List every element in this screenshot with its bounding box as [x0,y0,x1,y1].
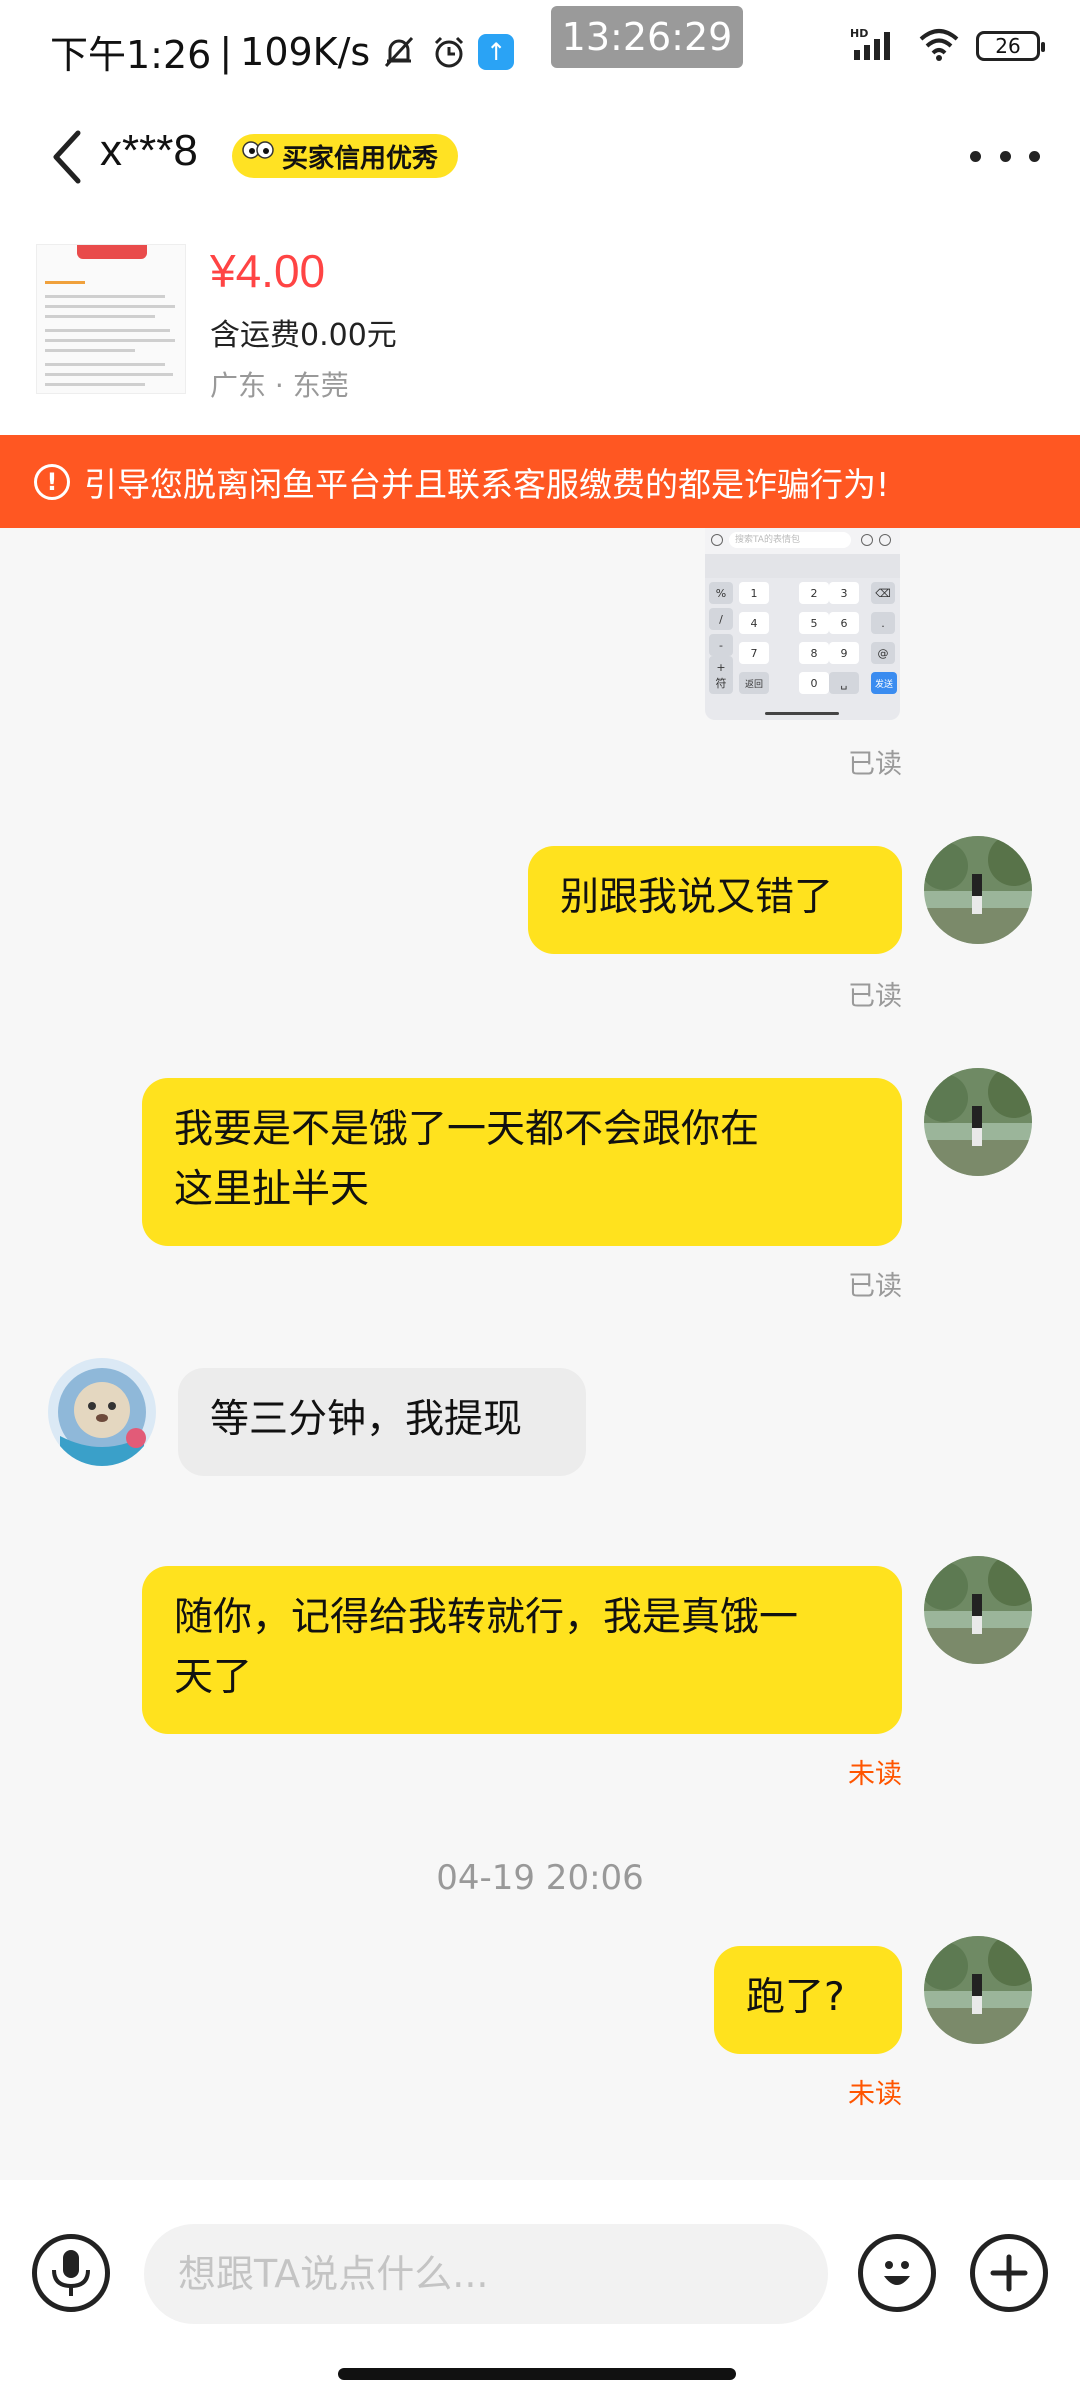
emoji-button[interactable] [858,2234,936,2312]
svg-text:HD: HD [850,27,868,40]
emoji-icon [884,2261,910,2285]
product-card[interactable]: ¥4.00 含运费0.00元 广东 · 东莞 [0,220,1080,435]
my-avatar[interactable] [924,836,1032,944]
my-avatar[interactable] [924,1556,1032,1664]
my-avatar[interactable] [924,1936,1032,2044]
add-button[interactable] [970,2234,1048,2312]
landscape-photo-icon [924,1936,1032,2044]
message-status-unread: 未读 [848,1759,902,1790]
home-indicator[interactable] [338,2368,736,2380]
landscape-photo-icon [924,836,1032,944]
outgoing-message[interactable]: 别跟我说又错了 [528,846,902,954]
message-text-line: 这里扯半天 [174,1167,370,1212]
status-net-speed: 109K/s [240,29,371,74]
alarm-clock-icon [428,31,470,73]
signal-icon: HD [850,26,902,66]
keyboard-toolbar [705,554,900,578]
outgoing-message[interactable]: 随你，记得给我转就行，我是真饿一 天了 [142,1566,902,1734]
credit-badge-label: 买家信用优秀 [282,143,439,174]
seal-avatar-icon [48,1358,156,1466]
incoming-message[interactable]: 等三分钟，我提现 [178,1368,586,1476]
peer-name[interactable]: x***8 [100,126,198,176]
landscape-photo-icon [924,1068,1032,1176]
message-status: 已读 [848,981,902,1012]
message-text: 别跟我说又错了 [560,875,834,920]
more-dots-icon [970,150,981,162]
keyboard-search-hint: 搜索TA的表情包 [729,532,851,548]
message-status: 已读 [848,749,902,780]
message-text: 等三分钟，我提现 [210,1397,523,1442]
status-left: 下午1:26 | 109K/s ↑ [50,24,515,79]
product-price: ¥4.00 [210,245,326,297]
exclamation-circle-icon: ! [34,463,70,500]
chevron-left-icon [53,130,81,184]
back-button[interactable] [40,122,92,192]
outgoing-message[interactable]: 我要是不是饿了一天都不会跟你在 这里扯半天 [142,1078,902,1246]
mute-bell-icon [378,31,420,73]
status-right: HD 26 [850,26,1045,66]
peer-avatar[interactable] [48,1358,156,1466]
product-location: 广东 · 东莞 [210,369,349,402]
product-shipping: 含运费0.00元 [210,318,397,353]
chat-timestamp: 04-19 20:06 [436,1858,644,1898]
screen-recorder-clock: 13:26:29 [551,6,743,68]
message-text: 跑了? [746,1975,845,2020]
plus-icon [879,534,891,546]
status-time: 下午1:26 [50,33,212,77]
chat-messages[interactable]: 搜索TA的表情包 % 1 2 3 ⌫ / 4 5 6 . - + 7 8 9 @… [0,528,1080,2180]
mascot-eyes-icon [242,141,274,159]
message-status-unread: 未读 [848,2079,902,2110]
status-bar: 下午1:26 | 109K/s ↑ 13:26:29 HD 26 [0,0,1080,100]
message-status: 已读 [848,1271,902,1302]
message-text-line: 随你，记得给我转就行，我是真饿一 [174,1595,799,1640]
fraud-warning-banner: ! 引导您脱离闲鱼平台并且联系客服缴费的都是诈骗行为! [0,435,1080,528]
fraud-warning-text: 引导您脱离闲鱼平台并且联系客服缴费的都是诈骗行为! [84,464,890,504]
my-avatar[interactable] [924,1068,1032,1176]
microphone-icon [52,2250,90,2296]
emoji-icon [861,534,873,546]
mic-icon [711,534,723,546]
message-input[interactable] [144,2224,828,2324]
battery-icon: 26 [976,31,1045,61]
credit-badge[interactable]: 买家信用优秀 [232,134,459,178]
more-options-button[interactable] [970,138,1040,174]
wifi-icon [918,27,960,65]
message-text-line: 我要是不是饿了一天都不会跟你在 [174,1107,760,1152]
app-notification-icon: ↑ [478,33,515,70]
landscape-photo-icon [924,1556,1032,1664]
outgoing-message[interactable]: 跑了? [714,1946,902,2054]
input-bar [0,2180,1080,2400]
plus-icon [990,2254,1028,2292]
chat-header: x***8 买家信用优秀 [0,100,1080,220]
voice-button[interactable] [32,2234,110,2312]
image-message[interactable]: 搜索TA的表情包 % 1 2 3 ⌫ / 4 5 6 . - + 7 8 9 @… [705,528,900,720]
product-thumbnail[interactable] [36,244,186,394]
status-separator: | [219,29,233,74]
message-text-line: 天了 [174,1655,253,1700]
